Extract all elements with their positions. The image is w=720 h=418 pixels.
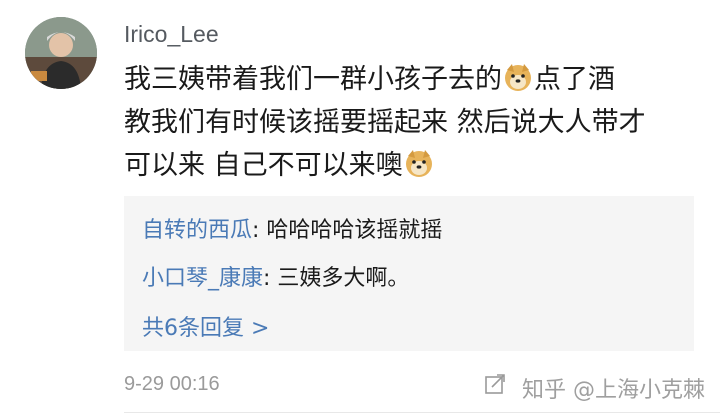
doge-emoji-icon xyxy=(505,64,531,91)
watermark: 知乎 @上海小克棘 xyxy=(522,378,705,403)
comment-timestamp: 9-29 00:16 xyxy=(124,373,220,395)
reply-item[interactable]: 自转的西瓜: 哈哈哈哈该摇就摇 xyxy=(142,212,442,244)
avatar[interactable] xyxy=(25,17,97,89)
reply-author[interactable]: 小口琴_康康 xyxy=(142,266,263,291)
reply-item[interactable]: 小口琴_康康: 三姨多大啊。 xyxy=(142,260,409,292)
reply-separator: : xyxy=(252,218,267,243)
reply-text: 三姨多大啊。 xyxy=(277,266,410,291)
reply-author[interactable]: 自转的西瓜 xyxy=(142,218,252,243)
comment-text-line1b: 点了酒 xyxy=(534,64,615,95)
reply-box: 自转的西瓜: 哈哈哈哈该摇就摇 小口琴_康康: 三姨多大啊。 共6条回复 > xyxy=(124,196,694,351)
comment-text: 我三姨带着我们一群小孩子去的 点了酒 教我们有时候该摇要摇起来 然后说大人带才 … xyxy=(124,58,684,187)
comment-text-line3: 可以来 自己不可以来噢 xyxy=(124,150,403,181)
reply-separator: : xyxy=(263,266,278,291)
share-icon[interactable] xyxy=(484,373,506,395)
comment-text-line1a: 我三姨带着我们一群小孩子去的 xyxy=(124,64,502,95)
doge-emoji-icon xyxy=(405,150,432,177)
more-replies-link[interactable]: 共6条回复 > xyxy=(142,310,269,342)
comment-text-line2: 教我们有时候该摇要摇起来 然后说大人带才 xyxy=(124,107,646,138)
reply-text: 哈哈哈哈该摇就摇 xyxy=(266,218,443,243)
username[interactable]: Irico_Lee xyxy=(124,21,219,48)
divider xyxy=(124,412,720,413)
